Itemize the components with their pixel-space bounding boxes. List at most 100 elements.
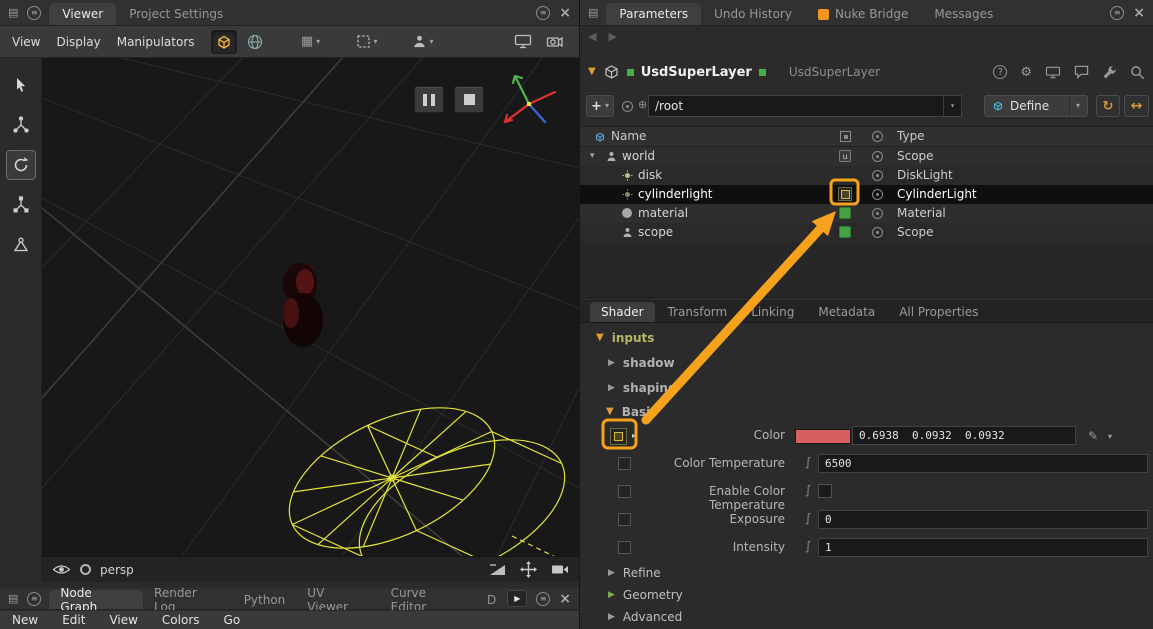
table-row-disk[interactable]: disk DiskLight bbox=[580, 166, 1153, 185]
menu-manipulators[interactable]: Manipulators bbox=[117, 35, 195, 49]
comment-icon[interactable] bbox=[1074, 65, 1089, 79]
color-temperature-input[interactable]: 6500 bbox=[818, 454, 1148, 473]
visibility-icon[interactable] bbox=[872, 170, 883, 181]
enable-color-temperature-checkbox[interactable] bbox=[818, 484, 832, 498]
tab-project-settings[interactable]: Project Settings bbox=[116, 3, 236, 25]
camera-person-dropdown[interactable]: ▾ bbox=[410, 30, 436, 54]
status-badge[interactable] bbox=[839, 226, 851, 238]
pane-menu-icon[interactable]: ≡ bbox=[536, 6, 550, 20]
eye-icon[interactable] bbox=[52, 563, 71, 576]
forward-icon[interactable]: ▶ bbox=[608, 30, 616, 43]
tab-metadata[interactable]: Metadata bbox=[807, 302, 886, 322]
panel-menu-icon[interactable]: ▤ bbox=[588, 7, 598, 18]
snapshot-button[interactable] bbox=[541, 30, 567, 54]
expand-icon[interactable]: ▼ bbox=[596, 333, 604, 343]
pause-button[interactable] bbox=[414, 86, 444, 113]
swap-button[interactable]: ↔ bbox=[1124, 95, 1149, 117]
group-advanced[interactable]: ▶ Advanced bbox=[608, 608, 682, 626]
tab-parameters[interactable]: Parameters bbox=[606, 3, 701, 25]
pan-icon[interactable] bbox=[520, 561, 537, 578]
tab-messages[interactable]: Messages bbox=[921, 3, 1006, 25]
selection-mode-dropdown[interactable]: ▾ bbox=[354, 30, 380, 54]
group-shadow[interactable]: ▶ shadow bbox=[608, 354, 675, 372]
group-shaping[interactable]: ▶ shaping bbox=[608, 379, 677, 397]
collapse-icon[interactable]: ▾ bbox=[590, 151, 595, 161]
group-basic[interactable]: ▼ Basic bbox=[606, 403, 657, 421]
sync-icon[interactable]: ⊕ bbox=[638, 98, 647, 111]
rotate-tool-button[interactable] bbox=[6, 150, 36, 180]
menu-new[interactable]: New bbox=[12, 613, 38, 627]
menu-view[interactable]: View bbox=[109, 613, 137, 627]
tab-render-log[interactable]: Render Log bbox=[143, 590, 233, 609]
tab-truncated[interactable]: D bbox=[476, 590, 507, 609]
table-row-world[interactable]: ▾ world u Scope bbox=[580, 147, 1153, 166]
state-column-icon[interactable] bbox=[840, 131, 851, 142]
render-camera-icon[interactable] bbox=[551, 563, 569, 576]
chevron-down-icon[interactable]: ▾ bbox=[1108, 433, 1112, 441]
menu-display[interactable]: Display bbox=[56, 35, 100, 49]
close-icon[interactable]: × bbox=[559, 592, 571, 606]
add-prim-button[interactable]: + ▾ bbox=[586, 95, 614, 117]
local-value-indicator-icon[interactable] bbox=[610, 428, 627, 445]
table-row-cylinderlight[interactable]: cylinderlight CylinderLight bbox=[580, 185, 1153, 204]
define-dropdown[interactable]: Define ▾ bbox=[984, 95, 1088, 117]
menu-colors[interactable]: Colors bbox=[162, 613, 200, 627]
prim-path-input[interactable]: /root ▾ bbox=[648, 95, 962, 117]
visibility-icon[interactable] bbox=[872, 208, 883, 219]
close-icon[interactable]: × bbox=[559, 6, 571, 20]
stop-button[interactable] bbox=[454, 86, 484, 113]
tab-transform[interactable]: Transform bbox=[657, 302, 739, 322]
node-name[interactable]: UsdSuperLayer bbox=[641, 65, 752, 80]
status-badge[interactable]: u bbox=[839, 150, 851, 162]
edit-pen-icon[interactable]: ✎ bbox=[1088, 429, 1098, 443]
name-column-header[interactable]: Name bbox=[611, 129, 646, 143]
tab-nuke-bridge[interactable]: Nuke Bridge bbox=[805, 3, 921, 25]
visibility-icon[interactable] bbox=[872, 227, 883, 238]
param-state-icon[interactable] bbox=[618, 541, 631, 554]
param-state-icon[interactable] bbox=[618, 513, 631, 526]
panel-options-icon[interactable]: ≡ bbox=[27, 6, 41, 20]
status-badge[interactable] bbox=[839, 207, 851, 219]
globe-button[interactable] bbox=[242, 30, 268, 54]
expand-node-icon[interactable]: ▼ bbox=[588, 67, 596, 77]
expression-icon[interactable]: ∫ bbox=[805, 511, 811, 525]
tab-curve-editor[interactable]: Curve Editor bbox=[380, 590, 476, 609]
type-column-header[interactable]: Type bbox=[897, 129, 925, 143]
filmgate-icon[interactable] bbox=[489, 564, 506, 576]
camera-ring-icon[interactable] bbox=[80, 564, 91, 575]
local-value-indicator-icon[interactable] bbox=[838, 187, 852, 201]
reload-button[interactable]: ↻ bbox=[1096, 95, 1120, 117]
tab-viewer[interactable]: Viewer bbox=[49, 3, 116, 25]
help-icon[interactable]: ? bbox=[993, 65, 1007, 79]
wrench-icon[interactable] bbox=[1102, 65, 1117, 80]
camera-name[interactable]: persp bbox=[100, 563, 134, 577]
translate-tool-button[interactable] bbox=[6, 110, 36, 140]
inputs-group[interactable]: ▼ inputs bbox=[596, 329, 654, 347]
tab-linking[interactable]: Linking bbox=[740, 302, 805, 322]
tab-python[interactable]: Python bbox=[233, 590, 297, 609]
expression-icon[interactable]: ∫ bbox=[805, 483, 811, 497]
table-row-scope[interactable]: scope Scope bbox=[580, 223, 1153, 242]
group-refine[interactable]: ▶ Refine bbox=[608, 564, 661, 582]
select-tool-button[interactable] bbox=[6, 70, 36, 100]
group-geometry[interactable]: ▶ Geometry bbox=[608, 586, 683, 604]
tab-node-graph[interactable]: Node Graph bbox=[49, 590, 143, 609]
panel-options-icon[interactable]: ≡ bbox=[27, 592, 41, 606]
gear-icon[interactable]: ⚙ bbox=[1020, 65, 1032, 80]
param-state-icon[interactable] bbox=[618, 457, 631, 470]
table-row-material[interactable]: material Material bbox=[580, 204, 1153, 223]
tab-uv-viewer[interactable]: UV Viewer bbox=[296, 590, 379, 609]
color-value-input[interactable]: 0.6938 0.0932 0.0932 bbox=[852, 426, 1076, 445]
layout-dropdown-button[interactable]: ▦▾ bbox=[298, 30, 324, 54]
panel-menu-icon[interactable]: ▤ bbox=[8, 593, 18, 604]
pane-menu-icon[interactable]: ≡ bbox=[536, 592, 550, 606]
path-dropdown-icon[interactable]: ▾ bbox=[943, 96, 955, 116]
color-swatch[interactable] bbox=[795, 429, 851, 444]
exposure-input[interactable]: 0 bbox=[818, 510, 1148, 529]
menu-view[interactable]: View bbox=[12, 35, 40, 49]
watch-icon[interactable] bbox=[622, 101, 633, 112]
tab-shader[interactable]: Shader bbox=[590, 302, 655, 322]
back-icon[interactable]: ◀ bbox=[588, 30, 596, 43]
panel-menu-icon[interactable]: ▤ bbox=[8, 7, 18, 18]
transform-tool-button[interactable] bbox=[6, 190, 36, 220]
